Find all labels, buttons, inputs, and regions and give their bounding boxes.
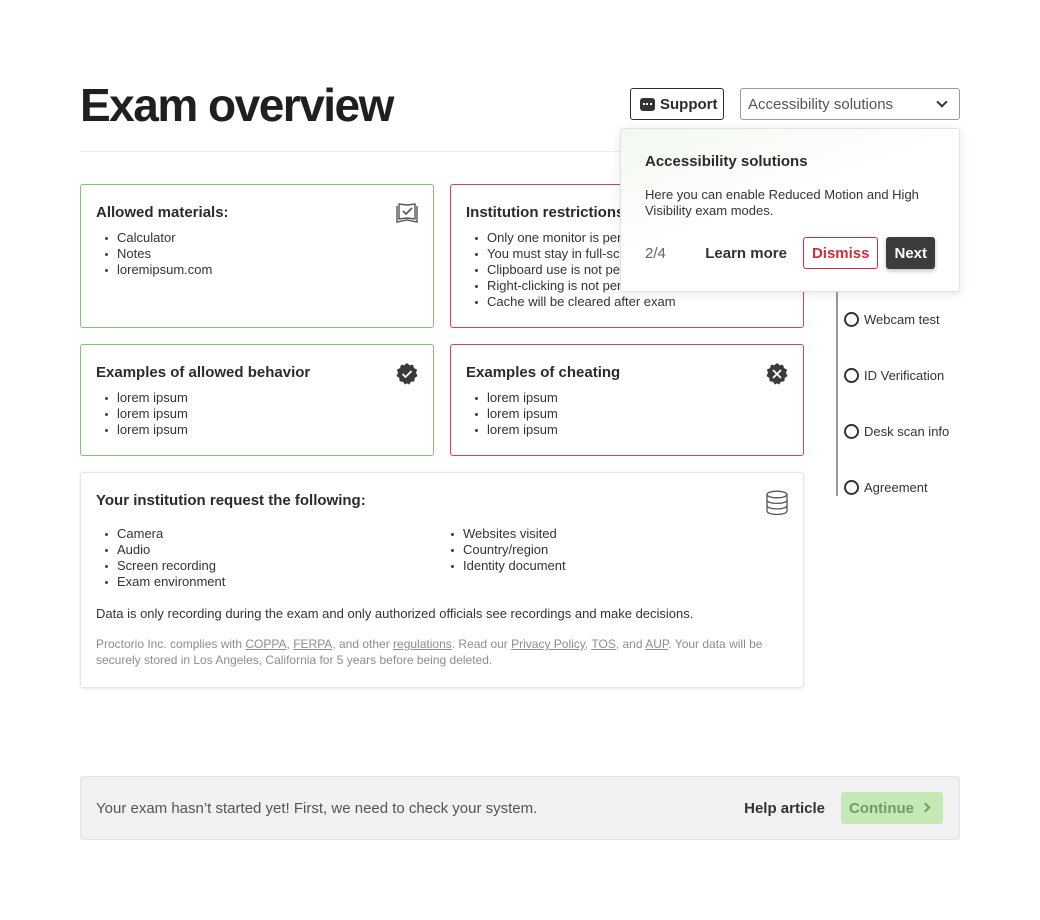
legal-text: , and	[615, 637, 646, 651]
institution-request-card: Your institution request the following: …	[80, 472, 804, 688]
step-circle-icon	[844, 480, 859, 495]
status-footer: Your exam hasn’t started yet! First, we …	[80, 776, 960, 840]
learn-more-button[interactable]: Learn more	[705, 245, 787, 262]
step-id-verification[interactable]: ID Verification	[844, 368, 944, 383]
card-heading: Your institution request the following:	[96, 492, 366, 509]
list-item: Calculator	[96, 230, 418, 246]
continue-button[interactable]: Continue	[841, 792, 943, 824]
database-icon	[766, 490, 788, 516]
regulations-link[interactable]: regulations	[393, 637, 452, 651]
privacy-policy-link[interactable]: Privacy Policy	[511, 637, 585, 651]
list-item: Screen recording	[96, 558, 442, 574]
accessibility-select-value: Accessibility solutions	[748, 95, 894, 113]
coppa-link[interactable]: COPPA	[245, 637, 286, 651]
list-item: lorem ipsum	[466, 390, 788, 406]
popover-step-counter: 2/4	[645, 244, 666, 262]
list-item: lorem ipsum	[466, 422, 788, 438]
next-button[interactable]: Next	[886, 237, 935, 269]
legal-text: , and other	[332, 637, 394, 651]
popover-body: Here you can enable Reduced Motion and H…	[645, 187, 919, 218]
steps-timeline-line	[836, 290, 838, 496]
legal-text: . Read our	[451, 637, 512, 651]
list-item: Identity document	[442, 558, 788, 574]
list-item: Websites visited	[442, 526, 788, 542]
card-heading: Allowed materials:	[96, 204, 229, 221]
legal-notice: Proctorio Inc. complies with COPPA, FERP…	[96, 636, 788, 668]
allowed-materials-card: Allowed materials: Calculator Notes lore…	[80, 184, 434, 328]
card-heading: Examples of cheating	[466, 364, 621, 381]
tos-link[interactable]: TOS	[591, 637, 615, 651]
chevron-down-icon	[936, 96, 948, 108]
step-label: Webcam test	[864, 312, 940, 327]
step-webcam-test[interactable]: Webcam test	[844, 312, 940, 327]
accessibility-select[interactable]: Accessibility solutions	[740, 88, 960, 120]
verified-badge-icon	[396, 363, 418, 385]
dismiss-button[interactable]: Dismiss	[802, 237, 879, 269]
book-check-icon	[396, 203, 418, 223]
step-circle-icon	[844, 424, 859, 439]
step-circle-icon	[844, 312, 859, 327]
card-heading: Examples of allowed behavior	[96, 364, 311, 381]
help-article-link[interactable]: Help article	[744, 800, 825, 817]
list-item: lorem ipsum	[96, 390, 418, 406]
step-label: Agreement	[864, 480, 928, 495]
accessibility-popover: Accessibility solutions Here you can ena…	[620, 128, 960, 292]
list-item: Cache will be cleared after exam	[466, 294, 788, 310]
recording-note: Data is only recording during the exam a…	[96, 606, 694, 621]
cheating-card: Examples of cheating lorem ipsum lorem i…	[450, 344, 804, 456]
list-item: Notes	[96, 246, 418, 262]
list-item: Exam environment	[96, 574, 442, 590]
page-title: Exam overview	[80, 79, 394, 131]
step-desk-scan-info[interactable]: Desk scan info	[844, 424, 949, 439]
status-message: Your exam hasn’t started yet! First, we …	[96, 799, 538, 817]
list-item: lorem ipsum	[96, 422, 418, 438]
continue-label: Continue	[849, 799, 914, 817]
list-item: lorem ipsum	[96, 406, 418, 422]
ferpa-link[interactable]: FERPA	[293, 637, 332, 651]
list-item: Camera	[96, 526, 442, 542]
step-label: Desk scan info	[864, 424, 950, 439]
x-badge-icon	[766, 363, 788, 385]
popover-title: Accessibility solutions	[645, 153, 808, 170]
chevron-right-icon	[920, 802, 931, 813]
list-item: Audio	[96, 542, 442, 558]
step-label: ID Verification	[864, 368, 945, 383]
step-agreement[interactable]: Agreement	[844, 480, 928, 495]
legal-text: Proctorio Inc. complies with	[96, 637, 246, 651]
support-button[interactable]: Support	[630, 88, 724, 120]
chat-icon	[640, 97, 655, 111]
list-item: lorem ipsum	[466, 406, 788, 422]
allowed-behavior-card: Examples of allowed behavior lorem ipsum…	[80, 344, 434, 456]
list-item: Country/region	[442, 542, 788, 558]
list-item: loremipsum.com	[96, 262, 418, 278]
support-label: Support	[660, 95, 718, 113]
aup-link[interactable]: AUP	[645, 637, 668, 651]
popover-footer: 2/4 Learn more Dismiss Next	[645, 237, 935, 269]
step-circle-icon	[844, 368, 859, 383]
